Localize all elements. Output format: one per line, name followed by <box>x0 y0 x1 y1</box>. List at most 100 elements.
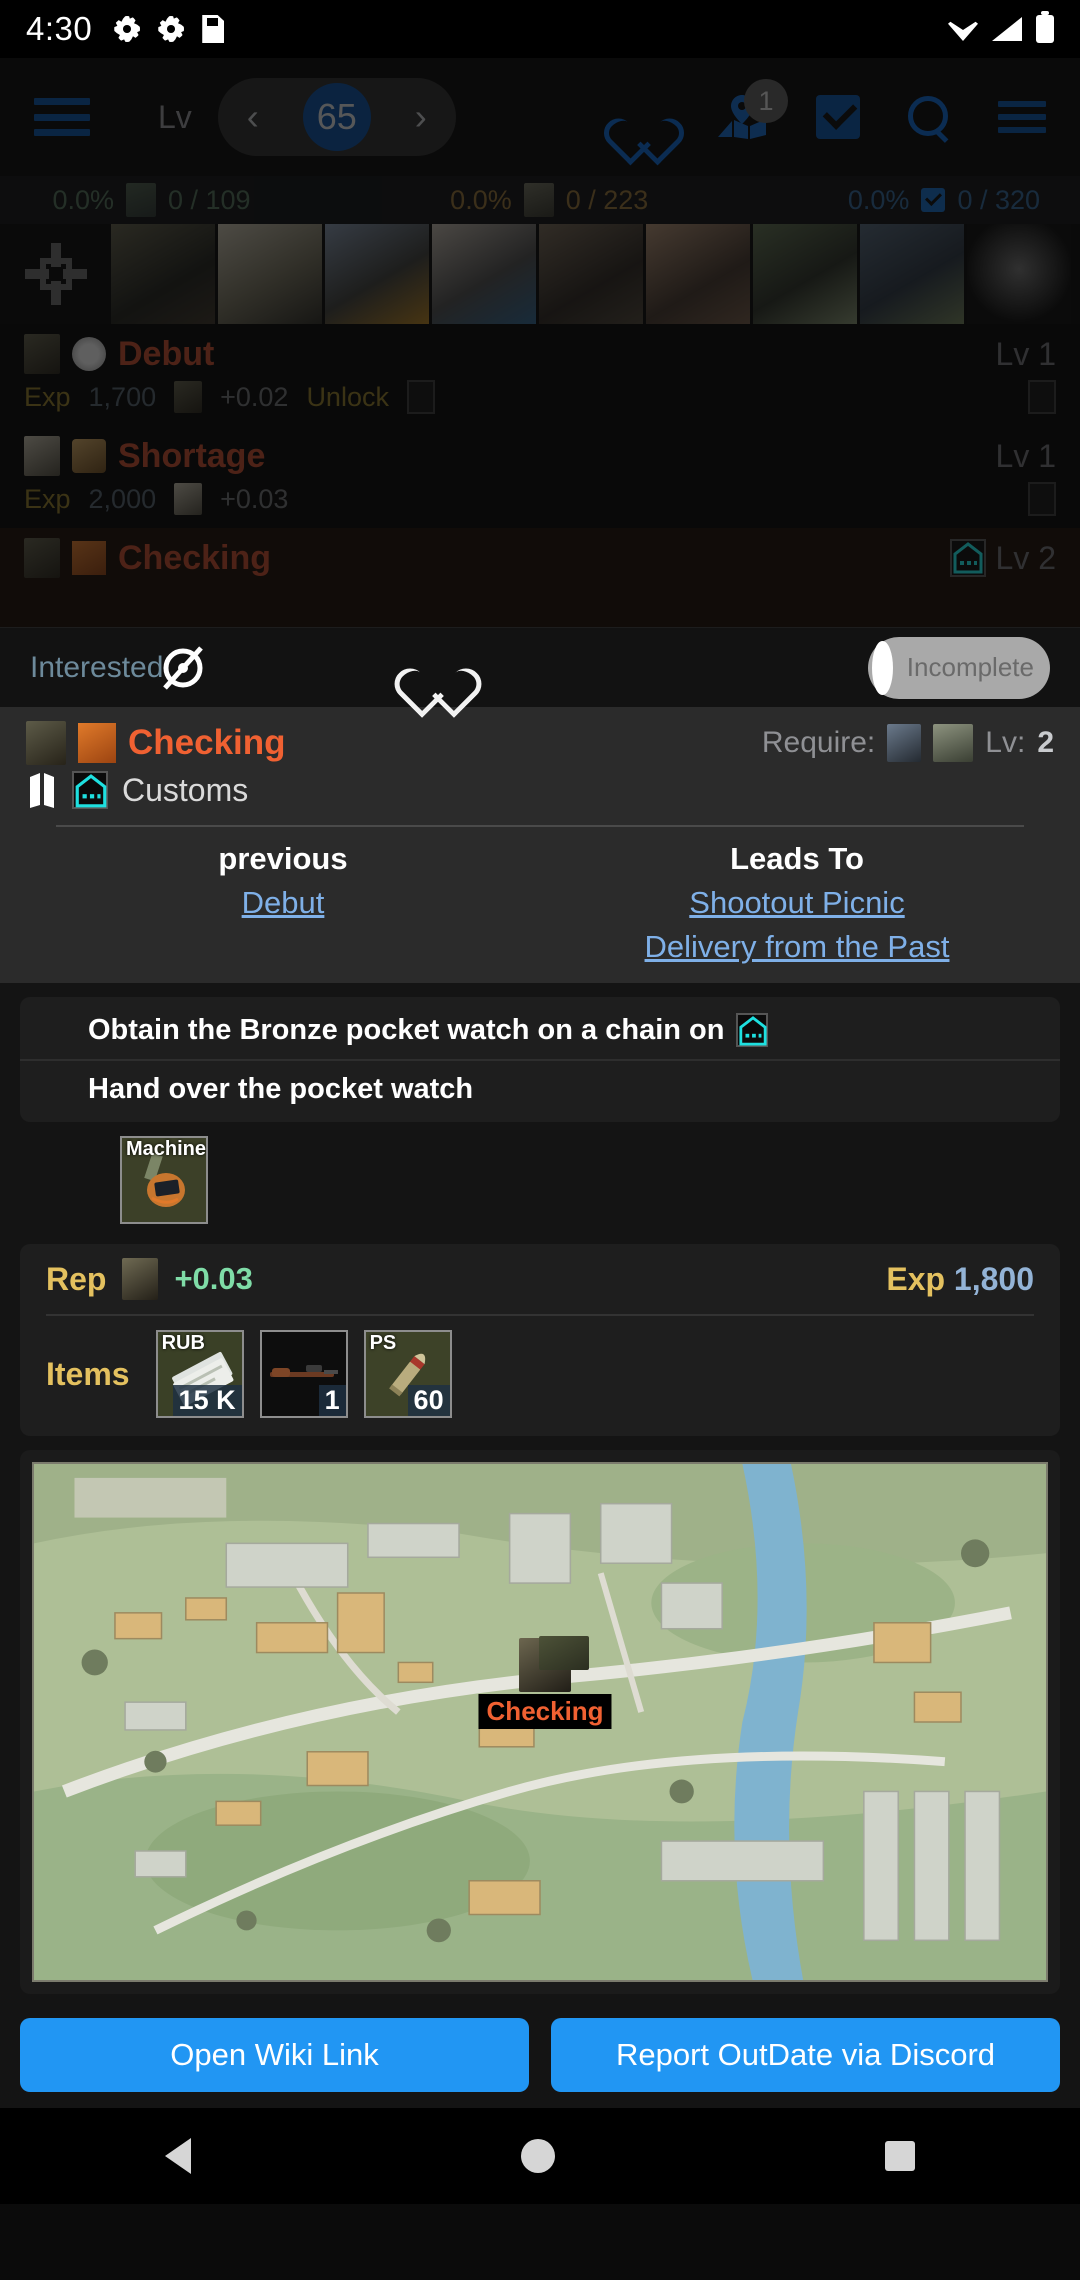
reward-item-tile[interactable]: PS 60 <box>363 1330 452 1418</box>
unlock-item-icon <box>406 380 435 414</box>
previous-quests: previous Debut <box>26 841 540 965</box>
rewards-section: Rep +0.03 Exp 1,800 Items RUB 15 K 1 PS … <box>0 1244 1080 1450</box>
leads-to-quest-link[interactable]: Delivery from the Past <box>540 929 1054 965</box>
quest-list-item[interactable]: Debut Lv 1 Exp 1,700 +0.02 Unlock <box>0 324 1080 426</box>
exp-label: Exp <box>24 381 71 412</box>
quest-name: Debut <box>118 334 215 373</box>
progress-stats-row: 0.0% 0 / 109 0.0% 0 / 223 0.0% 0 / 320 <box>0 176 1080 224</box>
heart-icon[interactable] <box>620 95 668 139</box>
objective-item[interactable]: Hand over the pocket watch <box>20 1059 1060 1118</box>
leads-to-quest-link[interactable]: Shootout Picnic <box>540 885 1054 921</box>
trader-tab-skier[interactable] <box>325 224 429 324</box>
trader-tab-peacekeeper[interactable] <box>432 224 536 324</box>
exp-value: 1,700 <box>88 381 157 412</box>
rep-value: +0.03 <box>174 1261 253 1296</box>
reward-item-tile[interactable]: 1 <box>259 1330 348 1418</box>
status-bar: 4:30 <box>0 0 1080 58</box>
quest-name: Shortage <box>118 436 266 475</box>
chevron-right-icon[interactable]: › <box>404 99 438 135</box>
divider <box>56 825 1024 827</box>
previous-header: previous <box>218 841 348 876</box>
leads-to-header: Leads To <box>730 841 864 876</box>
app-root: 4:30 Lv ‹ 65 › 1 0.0% 0 / 109 0.0% 0 / 2… <box>0 0 1080 2280</box>
top-toolbar: Lv ‹ 65 › 1 <box>0 58 1080 176</box>
leads-to-quests: Leads To Shootout Picnic Delivery from t… <box>540 841 1054 965</box>
stat-percent: 0.0% <box>450 184 512 215</box>
detail-location-row: Customs <box>26 771 1054 809</box>
report-outdate-button[interactable]: Report OutDate via Discord <box>551 2018 1060 2092</box>
item-quantity: 15 K <box>172 1385 242 1416</box>
previous-quest-link[interactable]: Debut <box>26 885 540 921</box>
heart-icon[interactable] <box>412 644 464 692</box>
objective-text: Hand over the pocket watch <box>88 1073 474 1105</box>
level-value[interactable]: 65 <box>302 83 371 151</box>
trader-tab-lightkeeper[interactable] <box>967 224 1071 324</box>
quest-type-icon <box>72 337 106 371</box>
toggle-knob <box>871 640 893 695</box>
quest-board-icon <box>72 541 106 575</box>
map-card: Checking <box>20 1450 1060 1994</box>
item-label: PS <box>369 1332 397 1354</box>
quest-list-item[interactable]: Shortage Lv 1 Exp 2,000 +0.03 <box>0 426 1080 528</box>
eye-off-icon[interactable] <box>157 642 209 694</box>
reward-item-tile[interactable]: RUB 15 K <box>155 1330 244 1418</box>
stat-fraction: 0 / 109 <box>168 184 251 215</box>
objective-item[interactable]: Obtain the Bronze pocket watch on a chai… <box>20 1001 1060 1059</box>
map-marker-label: Checking <box>478 1694 612 1730</box>
requirement-group: Require: Lv: 2 <box>762 724 1054 762</box>
item-label: RUB <box>161 1332 205 1354</box>
require-level-label: Lv: <box>985 726 1026 759</box>
overflow-menu-icon[interactable] <box>998 101 1046 133</box>
prapor-avatar-icon <box>26 721 66 765</box>
quest-list: Debut Lv 1 Exp 1,700 +0.02 Unlock Shorta… <box>0 324 1080 627</box>
stat-percent: 0.0% <box>52 184 114 215</box>
sd-card-icon <box>202 15 225 43</box>
stat-percent: 0.0% <box>847 184 910 215</box>
toggle-label: Incomplete <box>906 652 1034 682</box>
exp-label: Exp <box>886 1260 946 1297</box>
customs-map-image[interactable]: Checking <box>32 1462 1048 1982</box>
map-quest-marker[interactable]: Checking <box>478 1636 612 1730</box>
trader-tab-all[interactable] <box>4 224 108 324</box>
prapor-avatar-icon <box>122 1258 159 1300</box>
objective-item-tile[interactable]: Machinery <box>120 1136 208 1224</box>
exp-reward: Exp 1,800 <box>886 1261 1034 1298</box>
signal-icon <box>992 17 1022 41</box>
prapor-avatar-icon <box>24 334 60 374</box>
therapist-avatar-icon <box>174 483 203 515</box>
exp-value: 2,000 <box>88 483 157 514</box>
detail-title-row: Checking Require: Lv: 2 <box>26 721 1054 765</box>
customs-icon <box>72 771 108 809</box>
therapist-avatar-icon <box>24 436 60 476</box>
interested-filter-label[interactable]: Interested <box>30 651 163 685</box>
incomplete-toggle[interactable]: Incomplete <box>867 636 1050 699</box>
hamburger-menu-icon[interactable] <box>34 98 90 136</box>
map-pin-icon[interactable]: 1 <box>714 79 788 141</box>
trader-tab-prapor[interactable] <box>111 224 215 324</box>
unlock-label: Unlock <box>306 381 389 412</box>
trader-avatar-icon <box>126 183 156 217</box>
exp-label: Exp <box>24 483 71 514</box>
customs-icon <box>949 539 986 577</box>
checkbox-checked-icon[interactable] <box>816 95 860 139</box>
quest-type-icon <box>72 439 106 473</box>
trader-tab-jaeger[interactable] <box>753 224 857 324</box>
square-recents-icon[interactable] <box>885 2141 915 2171</box>
quest-list-item[interactable]: Checking Lv 2 Exp 1,800 <box>0 528 1080 627</box>
item-quantity: 60 <box>407 1385 450 1416</box>
search-icon[interactable] <box>906 94 952 140</box>
level-label: Lv <box>158 98 192 135</box>
reputation-reward-row: Rep +0.03 Exp 1,800 <box>20 1244 1060 1314</box>
trader-tab-therapist[interactable] <box>218 224 322 324</box>
level-stepper[interactable]: ‹ 65 › <box>217 78 456 156</box>
chevron-left-icon[interactable]: ‹ <box>236 99 270 135</box>
trader-tab-fence[interactable] <box>860 224 964 324</box>
triangle-back-icon[interactable] <box>165 2138 191 2174</box>
circle-home-icon[interactable] <box>521 2139 555 2173</box>
trader-tab-mechanic[interactable] <box>539 224 643 324</box>
items-label: Items <box>46 1355 130 1392</box>
map-preview-section: Checking <box>0 1450 1080 2006</box>
open-wiki-link-button[interactable]: Open Wiki Link <box>20 2018 529 2092</box>
filter-bar: Interested Incomplete <box>0 627 1080 707</box>
trader-tab-ragman[interactable] <box>646 224 750 324</box>
